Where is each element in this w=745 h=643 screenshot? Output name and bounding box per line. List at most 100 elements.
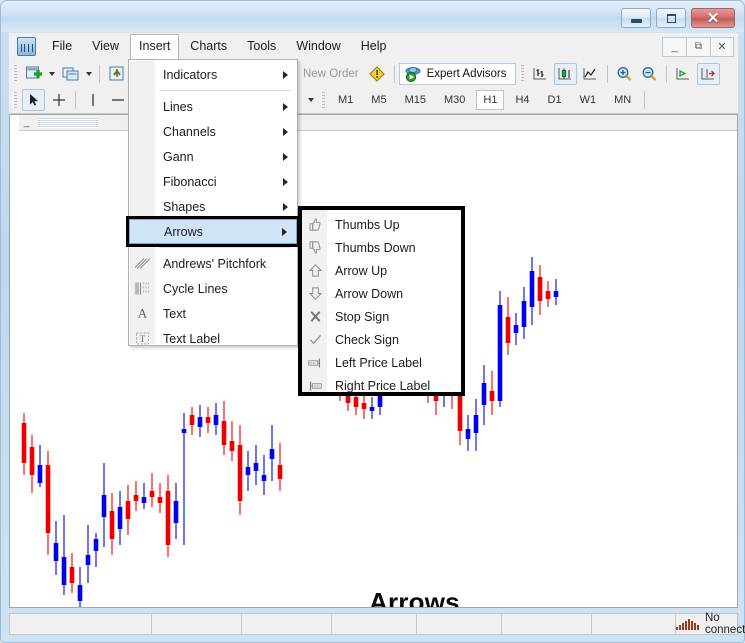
bar-chart-icon: [533, 67, 547, 79]
menu-item-channels[interactable]: Channels: [129, 119, 297, 144]
window-minimize-button[interactable]: [621, 8, 651, 28]
status-cell-1: [10, 614, 152, 634]
line-chart-button[interactable]: [579, 63, 602, 85]
auto-scroll-button[interactable]: [696, 62, 720, 85]
new-chart-dropdown[interactable]: [46, 63, 58, 85]
menu-item-label: Channels: [163, 124, 216, 139]
new-chart-button[interactable]: [22, 63, 45, 85]
cycle-lines-icon: [134, 280, 151, 297]
candlestick-chart-button[interactable]: [553, 62, 577, 85]
toolbar-separator-2: [393, 64, 395, 83]
toolbar-grip-4[interactable]: [321, 91, 325, 109]
submenu-item-thumbs-down[interactable]: Thumbs Down: [302, 236, 461, 259]
menu-help[interactable]: Help: [352, 34, 396, 59]
horizontal-line-button[interactable]: [106, 89, 129, 111]
cursor-icon: [29, 94, 38, 106]
text-icon: A: [137, 305, 148, 321]
crosshair-button[interactable]: [47, 89, 70, 111]
timeframe-h4[interactable]: H4: [508, 90, 536, 110]
submenu-item-thumbs-up[interactable]: Thumbs Up: [302, 213, 461, 236]
submenu-item-label: Arrow Down: [335, 286, 404, 301]
insert-dropdown-menu[interactable]: Indicators Lines Channels Gann Fibonacci…: [126, 59, 300, 346]
pitchfork-icon: [134, 255, 151, 272]
menu-item-indicators[interactable]: Indicators: [129, 62, 297, 87]
menu-item-text[interactable]: A Text: [129, 301, 297, 326]
profiles-icon: [62, 67, 78, 80]
menu-insert[interactable]: Insert: [130, 33, 180, 60]
submenu-item-left-price-label[interactable]: Left Price Label: [302, 351, 461, 374]
mdi-minimize-button[interactable]: _: [662, 36, 686, 57]
chevron-right-icon: [283, 127, 288, 136]
zoom-out-button[interactable]: [638, 63, 661, 85]
arrows-submenu[interactable]: Thumbs Up Thumbs Down Arrow Up Arrow Dow…: [298, 206, 465, 396]
menu-item-shapes[interactable]: Shapes: [129, 194, 297, 219]
signal-bars-icon: [676, 618, 699, 630]
alert-button[interactable]: [366, 63, 389, 85]
alert-icon: [369, 65, 385, 82]
text-label-icon: T: [134, 330, 151, 347]
menu-charts[interactable]: Charts: [181, 34, 236, 59]
menu-item-label: Shapes: [163, 199, 206, 214]
chart-shift-button[interactable]: [672, 63, 695, 85]
menu-item-cycle-lines[interactable]: Cycle Lines: [129, 276, 297, 301]
window-close-button[interactable]: ✕: [691, 8, 735, 28]
timeframe-d1[interactable]: D1: [541, 90, 569, 110]
chevron-right-icon: [283, 202, 288, 211]
stop-sign-icon: [306, 309, 324, 325]
profiles-dropdown[interactable]: [83, 63, 95, 85]
menu-tools[interactable]: Tools: [238, 34, 285, 59]
timeframe-m1[interactable]: M1: [331, 90, 360, 110]
new-order-label[interactable]: New Order: [303, 68, 359, 80]
status-bar: No connection: [9, 612, 745, 636]
vertical-line-button[interactable]: [81, 89, 104, 111]
submenu-item-label: Thumbs Down: [335, 240, 416, 255]
market-watch-button[interactable]: [105, 63, 128, 85]
timeframe-h1[interactable]: H1: [476, 90, 505, 110]
connection-status[interactable]: No connection: [676, 612, 745, 636]
status-cell-6: [502, 614, 592, 634]
menu-item-text-label[interactable]: T Text Label: [129, 326, 297, 351]
chart-watermark-label: Arrows: [369, 587, 460, 608]
zoom-in-button[interactable]: [613, 63, 636, 85]
submenu-item-label: Left Price Label: [335, 355, 422, 370]
menu-file[interactable]: File: [43, 34, 81, 59]
menu-separator-2: [159, 247, 291, 248]
menu-item-gann[interactable]: Gann: [129, 144, 297, 169]
line-studies-overflow-dropdown[interactable]: [305, 89, 317, 111]
title-bar: ✕: [1, 1, 744, 32]
menu-item-andrews-pitchfork[interactable]: Andrews' Pitchfork: [129, 251, 297, 276]
toolbar-grip-2[interactable]: [519, 65, 524, 82]
menu-bar: File View Insert Charts Tools Window Hel…: [9, 32, 738, 60]
timeframe-m30[interactable]: M30: [437, 90, 472, 110]
menu-view[interactable]: View: [83, 34, 128, 59]
mdi-close-button[interactable]: ✕: [710, 36, 734, 57]
cursor-button[interactable]: [22, 89, 45, 111]
bar-chart-button[interactable]: [529, 63, 552, 85]
window-maximize-button[interactable]: [656, 8, 686, 28]
menu-item-lines[interactable]: Lines: [129, 94, 297, 119]
timeframe-m15[interactable]: M15: [398, 90, 433, 110]
status-cell-2: [152, 614, 242, 634]
menu-item-label: Gann: [163, 149, 194, 164]
timeframe-w1[interactable]: W1: [573, 90, 604, 110]
timeframe-m5[interactable]: M5: [364, 90, 393, 110]
mdi-close-icon: ✕: [717, 41, 727, 53]
submenu-item-stop-sign[interactable]: Stop Sign: [302, 305, 461, 328]
svg-text:T: T: [140, 334, 146, 344]
vertical-line-icon: [91, 94, 94, 106]
submenu-item-right-price-label[interactable]: Right Price Label: [302, 374, 461, 397]
mdi-restore-button[interactable]: ⧉: [686, 36, 710, 57]
submenu-item-arrow-up[interactable]: Arrow Up: [302, 259, 461, 282]
profiles-button[interactable]: [59, 63, 82, 85]
menu-item-fibonacci[interactable]: Fibonacci: [129, 169, 297, 194]
submenu-item-check-sign[interactable]: Check Sign: [302, 328, 461, 351]
toolbar-separator-6: [644, 91, 646, 109]
toolbar-grip-3[interactable]: [13, 91, 17, 109]
menu-window[interactable]: Window: [287, 34, 349, 59]
mdi-restore-icon: ⧉: [694, 41, 703, 52]
submenu-item-arrow-down[interactable]: Arrow Down: [302, 282, 461, 305]
timeframe-mn[interactable]: MN: [607, 90, 638, 110]
menu-item-arrows[interactable]: Arrows: [126, 216, 300, 247]
toolbar-grip[interactable]: [13, 65, 17, 82]
expert-advisors-button[interactable]: Expert Advisors: [398, 62, 516, 85]
